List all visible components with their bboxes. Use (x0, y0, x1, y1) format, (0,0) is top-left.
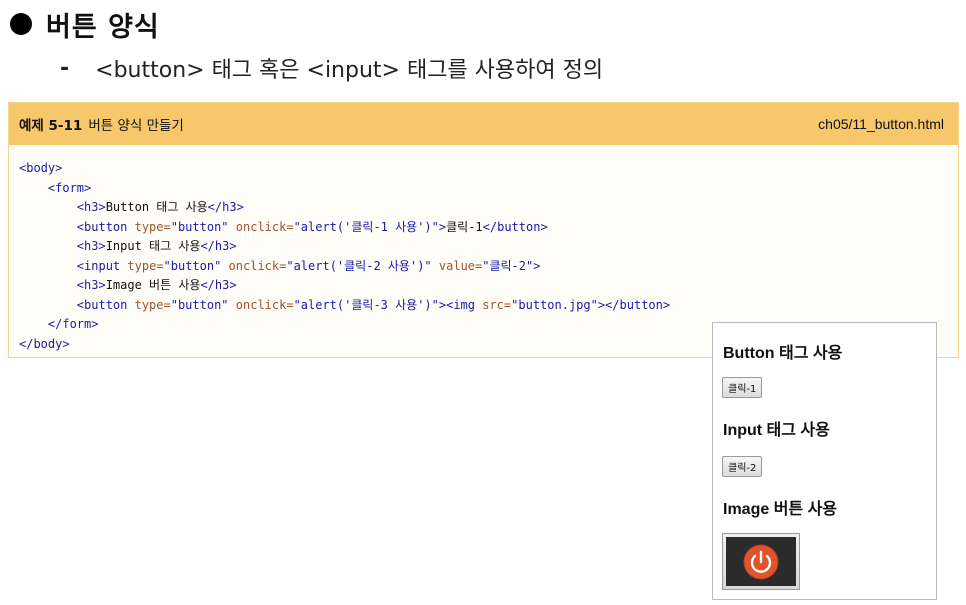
subline: - <button> 태그 혹은 <input> 태그를 사용하여 정의 (60, 52, 603, 84)
section-heading: 버튼 양식 (10, 4, 160, 44)
example-box: 예제 5-11 버튼 양식 만들기 ch05/11_button.html <b… (8, 102, 959, 358)
code-line-2: <form> (47, 180, 92, 195)
example-filename: ch05/11_button.html (818, 116, 944, 132)
code-line-1: <body> (19, 161, 63, 175)
dash-marker: - (60, 55, 70, 81)
example-label: 예제 5-11 (19, 118, 83, 134)
code-line-6: <input type="button" onclick="alert('클릭-… (76, 258, 541, 273)
click-1-button[interactable]: 클릭-1 (722, 377, 763, 398)
heading-text: 버튼 양식 (46, 11, 160, 43)
code-line-3: <h3>Button 태그 사용</h3> (76, 200, 244, 214)
code-line-5: <h3>Input 태그 사용</h3> (76, 239, 237, 253)
code-line-7: <h3>Image 버튼 사용</h3> (76, 278, 237, 292)
click-2-button[interactable]: 클릭-2 (722, 456, 763, 477)
code-line-4: <button type="button" onclick="alert('클릭… (76, 219, 548, 234)
code-line-10: </body> (19, 336, 70, 351)
preview-heading-image: Image 버튼 사용 (723, 501, 838, 518)
code-block: <body> <form> <h3>Button 태그 사용</h3> <but… (19, 159, 670, 354)
code-line-9: </form> (47, 317, 99, 331)
subline-text: <button> 태그 혹은 <input> 태그를 사용하여 정의 (95, 58, 604, 83)
preview-heading-input: Input 태그 사용 (723, 422, 830, 439)
bullet-icon (10, 13, 32, 35)
power-icon (726, 537, 796, 586)
image-button[interactable] (722, 533, 800, 590)
example-title: 예제 5-11 버튼 양식 만들기 (19, 114, 184, 134)
code-line-8: <button type="button" onclick="alert('클릭… (76, 297, 671, 312)
browser-preview: Button 태그 사용 클릭-1 Input 태그 사용 클릭-2 Image… (712, 322, 937, 600)
example-title-text: 버튼 양식 만들기 (88, 118, 184, 134)
example-header: 예제 5-11 버튼 양식 만들기 ch05/11_button.html (9, 103, 958, 145)
preview-heading-button: Button 태그 사용 (723, 345, 843, 362)
